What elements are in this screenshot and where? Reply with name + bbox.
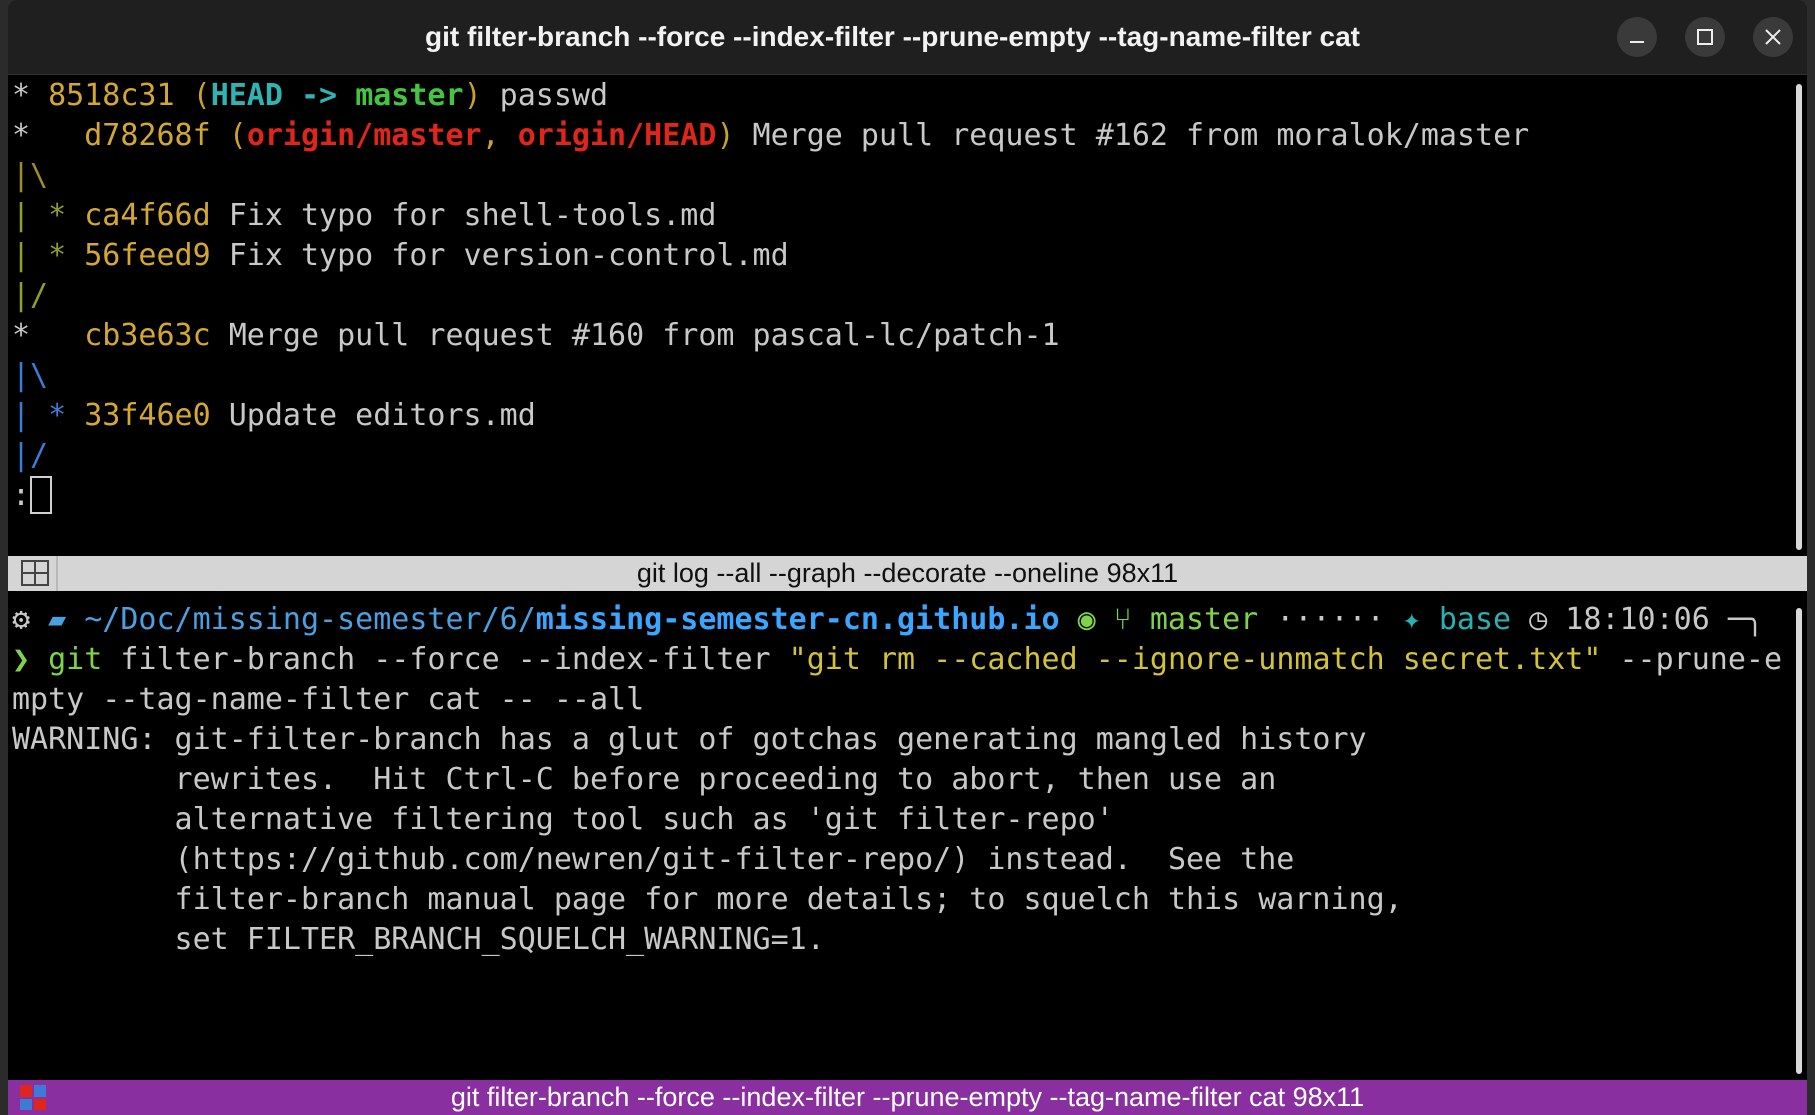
- command-line[interactable]: ❯ git filter-branch --force --index-filt…: [8, 640, 1789, 680]
- split-layout-icon: [21, 560, 49, 586]
- github-icon: ◉: [1059, 602, 1096, 637]
- top-pane-status-text: git log --all --graph --decorate --oneli…: [636, 558, 1179, 588]
- prompt-chevron: ❯: [12, 642, 31, 677]
- shell-pane[interactable]: ⚙ ▰ ~/Doc/missing-semester/6/missing-sem…: [8, 600, 1789, 1080]
- git-branch-icon: ⑂: [1095, 602, 1150, 637]
- shell-prompt-line: ⚙ ▰ ~/Doc/missing-semester/6/missing-sem…: [8, 600, 1789, 640]
- prompt-filler: ······: [1276, 602, 1385, 637]
- bottom-scrollbar-thumb[interactable]: [1796, 608, 1802, 1074]
- prompt-path: ~/Doc/missing-semester/6/: [84, 602, 536, 637]
- prompt-env: base: [1438, 602, 1512, 637]
- title-bar[interactable]: git filter-branch --force --index-filter…: [8, 0, 1807, 75]
- bottom-scrollbar[interactable]: [1789, 600, 1807, 1080]
- status-separator: [56, 556, 58, 591]
- git-log-pane[interactable]: * 8518c31 (HEAD -> master) passwd * d782…: [8, 76, 1789, 556]
- log-graph-line: |/: [12, 278, 49, 313]
- close-button[interactable]: [1753, 17, 1793, 57]
- settings-gear-icon: ⚙: [12, 602, 49, 637]
- top-scrollbar[interactable]: [1789, 76, 1807, 556]
- prompt-time: 18:10:06: [1565, 602, 1710, 637]
- minimize-button[interactable]: [1617, 17, 1657, 57]
- maximize-icon: [1697, 29, 1713, 45]
- log-line: | * 56feed9 Fix typo for version-control…: [12, 238, 789, 273]
- maximize-button[interactable]: [1685, 17, 1725, 57]
- log-line: * d78268f (origin/master, origin/HEAD) M…: [12, 118, 1530, 153]
- output-line: WARNING: git-filter-branch has a glut of…: [12, 722, 1367, 757]
- prompt-repo: missing-semester-cn.github.io: [535, 602, 1060, 637]
- command-line-wrap: mpty --tag-name-filter cat -- --all: [12, 682, 645, 717]
- log-line: * cb3e63c Merge pull request #160 from p…: [12, 318, 1060, 353]
- output-line: set FILTER_BRANCH_SQUELCH_WARNING=1.: [12, 922, 825, 957]
- log-graph-line: |\: [12, 158, 49, 193]
- output-line: (https://github.com/newren/git-filter-re…: [12, 842, 1295, 877]
- log-line: | * ca4f66d Fix typo for shell-tools.md: [12, 198, 717, 233]
- log-line: | * 33f46e0 Update editors.md: [12, 398, 536, 433]
- python-icon: ✦: [1384, 602, 1439, 637]
- output-line: filter-branch manual page for more detai…: [12, 882, 1403, 917]
- active-pane-icon: [20, 1085, 46, 1110]
- log-graph-line: |\: [12, 358, 49, 393]
- log-graph-line: |/: [12, 438, 49, 473]
- top-pane-status[interactable]: git log --all --graph --decorate --oneli…: [8, 556, 1807, 591]
- log-line: * 8518c31 (HEAD -> master) passwd: [12, 78, 609, 113]
- output-line: rewrites. Hit Ctrl-C before proceeding t…: [12, 762, 1277, 797]
- close-icon: [1765, 29, 1781, 45]
- text-cursor: [30, 476, 53, 514]
- folder-icon: ▰: [48, 602, 85, 637]
- clock-icon: ◷: [1511, 602, 1566, 637]
- minimize-icon: [1630, 41, 1644, 43]
- terminal-window: git filter-branch --force --index-filter…: [8, 0, 1807, 1115]
- bottom-pane-status-text: git filter-branch --force --index-filter…: [450, 1082, 1365, 1112]
- window-title: git filter-branch --force --index-filter…: [425, 21, 1360, 52]
- output-line: alternative filtering tool such as 'git …: [12, 802, 1114, 837]
- top-scrollbar-thumb[interactable]: [1796, 84, 1802, 550]
- prompt-branch: master: [1149, 602, 1259, 637]
- prompt-corner: ─╮: [1727, 602, 1764, 637]
- pager-prompt[interactable]: :: [8, 476, 1789, 516]
- bottom-pane-status[interactable]: git filter-branch --force --index-filter…: [8, 1080, 1807, 1115]
